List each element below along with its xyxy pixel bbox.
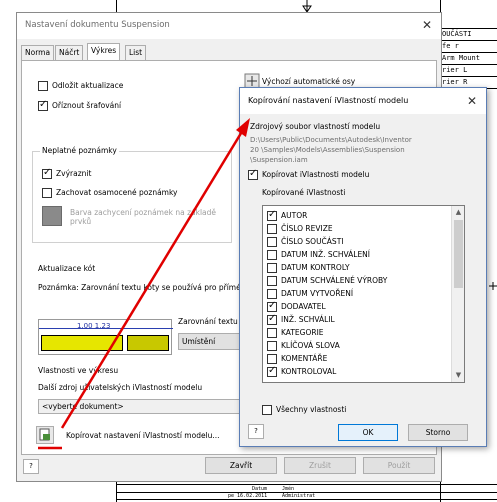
- annotation-arrow-icon: [38, 118, 250, 450]
